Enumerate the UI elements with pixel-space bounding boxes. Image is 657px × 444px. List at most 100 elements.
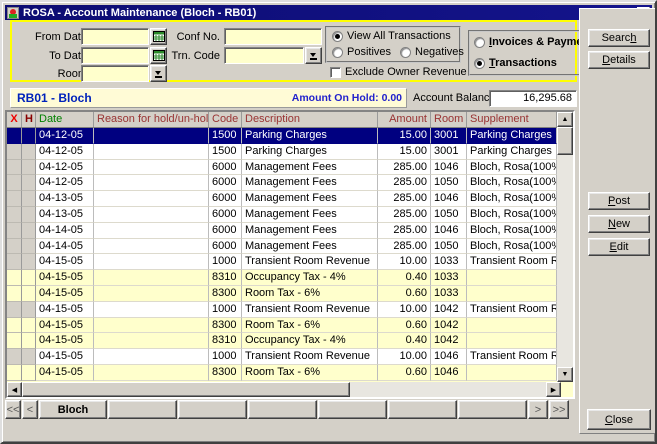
search-button[interactable]: Search (588, 29, 650, 47)
tab-empty[interactable] (458, 400, 527, 419)
room-input[interactable] (81, 65, 149, 82)
tab-empty[interactable] (318, 400, 387, 419)
table-row[interactable]: 04-15-058300Room Tax - 6%0.601033 (7, 286, 557, 302)
scroll-right-icon[interactable]: ▶ (546, 382, 561, 397)
cell (22, 349, 36, 365)
horizontal-scroll-thumb[interactable] (22, 382, 350, 397)
room-label: Room (24, 68, 87, 80)
trn-code-input[interactable] (224, 47, 304, 64)
tab-empty[interactable] (388, 400, 457, 419)
title-bar[interactable]: ROSA - Account Maintenance (Bloch - RB01… (5, 5, 652, 20)
column-header-date[interactable]: Date (36, 112, 94, 127)
exclude-owner-revenue-checkbox[interactable]: Exclude Owner Revenue (330, 66, 467, 78)
prev-account-button[interactable]: < (22, 400, 38, 419)
cell (22, 223, 36, 239)
edit-button[interactable]: Edit (588, 238, 650, 256)
cell: 04-14-05 (36, 239, 94, 255)
cell: 1033 (431, 254, 467, 270)
cell: 1000 (209, 349, 242, 365)
cell: 3001 (431, 144, 467, 160)
table-row[interactable]: 04-15-051000Transient Room Revenue10.001… (7, 349, 557, 365)
dropdown-arrow-icon (310, 52, 317, 60)
table-row[interactable]: 04-14-056000Management Fees285.001050Blo… (7, 239, 557, 255)
cell: 15.00 (378, 144, 431, 160)
from-date-calendar-button[interactable] (150, 28, 167, 45)
to-date-label: To Date (24, 50, 87, 62)
first-account-button[interactable]: << (5, 400, 21, 419)
cell (22, 160, 36, 176)
cell (467, 333, 557, 349)
close-button[interactable]: Close (587, 409, 651, 430)
cell: 04-15-05 (36, 302, 94, 318)
negatives-radio[interactable]: Negatives (400, 46, 464, 58)
tab-empty[interactable] (178, 400, 247, 419)
table-row[interactable]: 04-15-051000Transient Room Revenue10.001… (7, 254, 557, 270)
table-row[interactable]: 04-15-058310Occupancy Tax - 4%0.401033 (7, 270, 557, 286)
cell (94, 286, 209, 302)
cell: 1046 (431, 349, 467, 365)
account-balance-value: 16,295.68 (489, 90, 577, 107)
new-button[interactable]: New (588, 215, 650, 233)
table-row[interactable]: 04-14-056000Management Fees285.001046Blo… (7, 223, 557, 239)
column-header-code[interactable]: Code (209, 112, 242, 127)
cell: 6000 (209, 160, 242, 176)
cell (22, 365, 36, 381)
table-row[interactable]: 04-12-051500Parking Charges15.003001Park… (7, 144, 557, 160)
horizontal-scrollbar[interactable]: ◀ ▶ (7, 382, 561, 397)
cell: 0.60 (378, 365, 431, 381)
account-header-strip: RB01 - Bloch Amount On Hold: 0.00 (10, 88, 407, 108)
table-row[interactable]: 04-13-056000Management Fees285.001046Blo… (7, 191, 557, 207)
from-date-input[interactable] (81, 28, 149, 45)
radio-icon (332, 47, 343, 58)
table-row[interactable]: 04-15-058310Occupancy Tax - 4%0.401042 (7, 333, 557, 349)
tab-bloch[interactable]: Bloch (39, 400, 107, 419)
cell (7, 365, 22, 381)
details-button[interactable]: Details (588, 51, 650, 69)
room-dropdown-button[interactable] (150, 65, 167, 82)
table-row[interactable]: 04-12-051500Parking Charges15.003001Park… (7, 128, 557, 144)
column-header-description[interactable]: Description (242, 112, 378, 127)
cell (94, 144, 209, 160)
column-header-amount[interactable]: Amount (378, 112, 431, 127)
scroll-up-icon[interactable]: ▲ (557, 112, 573, 127)
table-row[interactable]: 04-13-056000Management Fees285.001050Blo… (7, 207, 557, 223)
table-row[interactable]: 04-12-056000Management Fees285.001046Blo… (7, 160, 557, 176)
cell: 04-12-05 (36, 144, 94, 160)
view-all-transactions-radio[interactable]: View All Transactions (332, 30, 451, 42)
cell: 04-15-05 (36, 333, 94, 349)
cell: 04-13-05 (36, 207, 94, 223)
scroll-down-icon[interactable]: ▼ (557, 367, 573, 382)
cell: 04-15-05 (36, 270, 94, 286)
post-button[interactable]: Post (588, 192, 650, 210)
cell: Management Fees (242, 207, 378, 223)
cell (22, 191, 36, 207)
next-account-button[interactable]: > (528, 400, 548, 419)
cell: 1500 (209, 128, 242, 144)
vertical-scroll-thumb[interactable] (557, 127, 573, 155)
cell (94, 302, 209, 318)
cell: Transient Room Reven (467, 349, 557, 365)
scroll-left-icon[interactable]: ◀ (7, 382, 22, 397)
column-header-room[interactable]: Room (431, 112, 467, 127)
cell: Occupancy Tax - 4% (242, 270, 378, 286)
vertical-scrollbar[interactable]: ▲ ▼ (557, 112, 573, 382)
table-row[interactable]: 04-12-056000Management Fees285.001050Blo… (7, 175, 557, 191)
column-header-reason[interactable]: Reason for hold/un-hold (94, 112, 209, 127)
table-row[interactable]: 04-15-058300Room Tax - 6%0.601042 (7, 318, 557, 334)
to-date-input[interactable] (81, 47, 149, 64)
cell: Bloch, Rosa(100%) (467, 223, 557, 239)
column-header-supplement[interactable]: Supplement (467, 112, 557, 127)
positives-radio[interactable]: Positives (332, 46, 391, 58)
column-header-h[interactable]: H (22, 112, 36, 127)
cell (7, 239, 22, 255)
to-date-calendar-button[interactable] (150, 47, 167, 64)
transactions-radio[interactable]: Transactions (474, 57, 557, 69)
last-account-button[interactable]: >> (549, 400, 569, 419)
tab-empty[interactable] (108, 400, 177, 419)
table-row[interactable]: 04-15-051000Transient Room Revenue10.001… (7, 302, 557, 318)
tab-empty[interactable] (248, 400, 317, 419)
table-row[interactable]: 04-15-058300Room Tax - 6%0.601046 (7, 365, 557, 381)
conf-no-input[interactable] (224, 28, 322, 45)
column-header-x[interactable]: X (7, 112, 22, 127)
trn-code-dropdown-button[interactable] (305, 47, 322, 64)
